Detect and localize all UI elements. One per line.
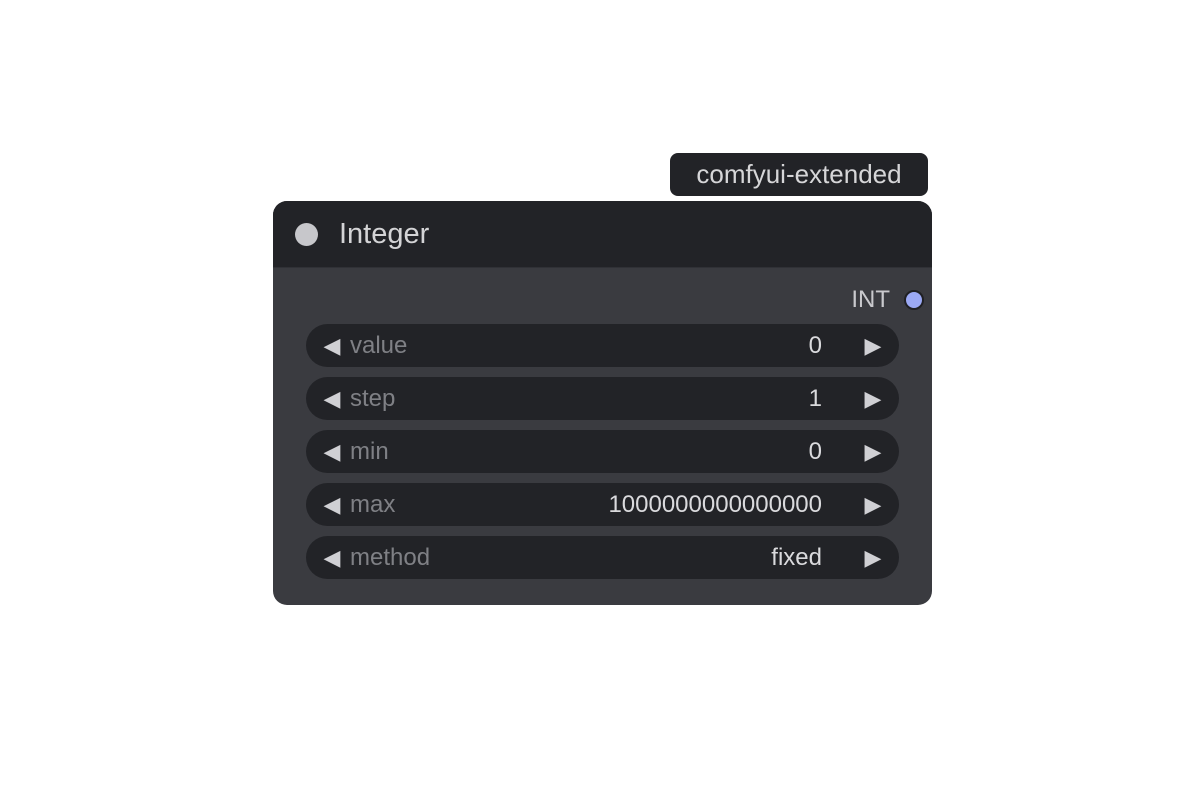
widget-step[interactable]: ◀ step 1 ▶	[306, 377, 899, 420]
widget-max[interactable]: ◀ max 1000000000000000 ▶	[306, 483, 899, 526]
increment-arrow-icon[interactable]: ▶	[858, 430, 888, 473]
widget-label: method	[350, 544, 431, 571]
widget-label: max	[350, 491, 396, 518]
widget-label: min	[350, 438, 389, 465]
increment-arrow-icon[interactable]: ▶	[858, 536, 888, 579]
decrement-arrow-icon[interactable]: ◀	[317, 536, 347, 579]
widget-list: ◀ value 0 ▶ ◀ step 1 ▶ ◀ min 0 ▶ ◀ max 1…	[306, 324, 899, 589]
integer-node[interactable]: Integer INT ◀ value 0 ▶ ◀ step 1 ▶ ◀ min	[273, 201, 932, 605]
output-slot-icon[interactable]	[904, 290, 924, 310]
widget-label: value	[350, 332, 408, 359]
node-title: Integer	[339, 218, 430, 250]
decrement-arrow-icon[interactable]: ◀	[317, 483, 347, 526]
widget-label: step	[350, 385, 396, 412]
decrement-arrow-icon[interactable]: ◀	[317, 324, 347, 367]
increment-arrow-icon[interactable]: ▶	[858, 483, 888, 526]
decrement-arrow-icon[interactable]: ◀	[317, 377, 347, 420]
node-header[interactable]: Integer	[273, 201, 932, 268]
output-slot-int[interactable]: INT	[851, 285, 924, 315]
increment-arrow-icon[interactable]: ▶	[858, 324, 888, 367]
output-label: INT	[851, 286, 890, 313]
graph-canvas[interactable]: comfyui-extended Integer INT ◀ value 0 ▶…	[0, 0, 1200, 800]
node-source-badge: comfyui-extended	[670, 153, 928, 196]
widget-value-text[interactable]: 0	[809, 324, 822, 367]
decrement-arrow-icon[interactable]: ◀	[317, 430, 347, 473]
increment-arrow-icon[interactable]: ▶	[858, 377, 888, 420]
widget-value-text[interactable]: fixed	[771, 536, 822, 579]
widget-value[interactable]: ◀ value 0 ▶	[306, 324, 899, 367]
widget-value-text[interactable]: 1000000000000000	[608, 483, 822, 526]
widget-min[interactable]: ◀ min 0 ▶	[306, 430, 899, 473]
collapse-dot-icon[interactable]	[295, 223, 318, 246]
widget-value-text[interactable]: 1	[809, 377, 822, 420]
widget-method[interactable]: ◀ method fixed ▶	[306, 536, 899, 579]
widget-value-text[interactable]: 0	[809, 430, 822, 473]
